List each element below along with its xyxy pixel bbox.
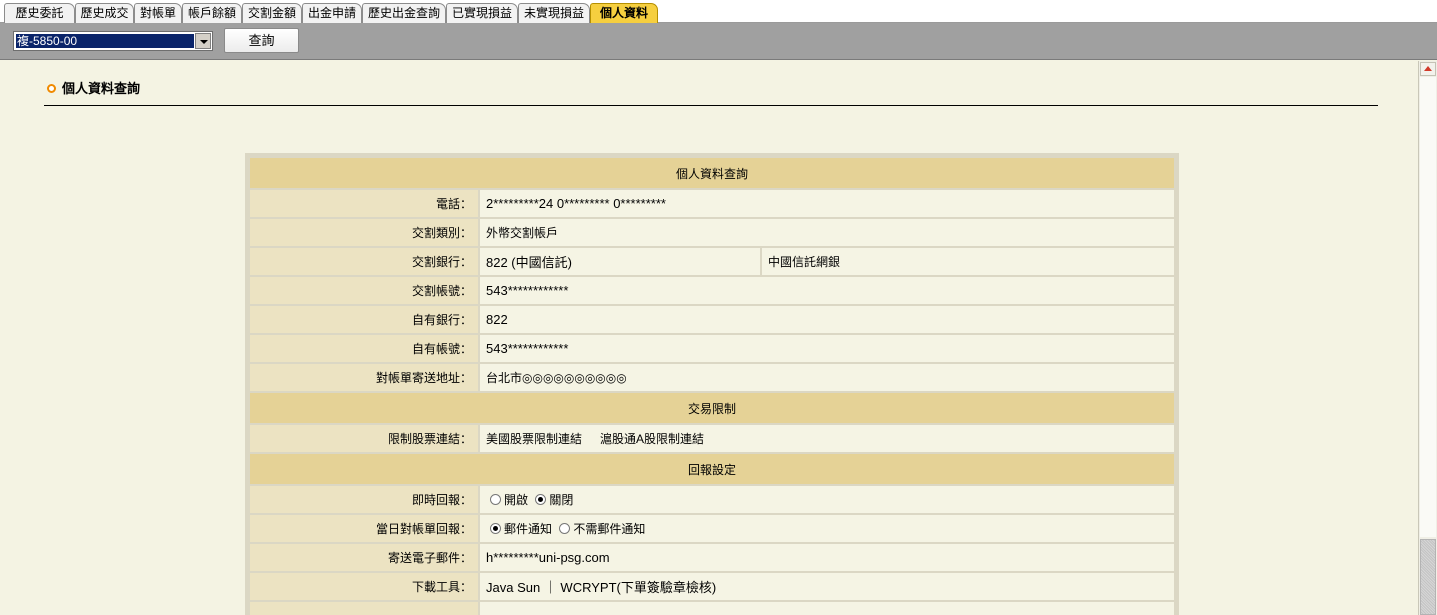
chevron-down-icon[interactable] xyxy=(195,33,211,49)
daily-report-label: 當日對帳單回報： xyxy=(250,515,478,542)
tab-statement[interactable]: 對帳單 xyxy=(134,3,182,23)
own-bank-value: 822 xyxy=(480,306,1174,333)
realtime-off-radio[interactable] xyxy=(535,494,547,506)
toolbar: 複-5850-00 查詢 xyxy=(0,23,1437,60)
table-row: 自有帳號： 543************ xyxy=(250,335,1174,362)
page-title-text: 個人資料查詢 xyxy=(62,81,141,96)
tab-unrealized-pnl[interactable]: 未實現損益 xyxy=(518,3,590,23)
us-stock-limit-link[interactable]: 美國股票限制連結 xyxy=(486,432,582,446)
scroll-track[interactable] xyxy=(1420,77,1436,537)
address-label: 對帳單寄送地址： xyxy=(250,364,478,391)
address-value: 台北市◎◎◎◎◎◎◎◎◎◎ xyxy=(480,364,1174,391)
a-share-limit-link[interactable]: 滬股通A股限制連結 xyxy=(600,432,704,446)
daily-report-options: 郵件通知 不需郵件通知 xyxy=(480,515,1174,542)
settle-bank-extra: 中國信託網銀 xyxy=(762,248,1174,275)
table-row: 交割銀行： 822 (中國信託) 中國信託網銀 xyxy=(250,248,1174,275)
title-divider xyxy=(44,105,1378,106)
bullet-icon xyxy=(47,84,56,94)
empty-label xyxy=(250,602,478,615)
realtime-options: 開啟 關閉 xyxy=(480,486,1174,513)
realtime-off-label[interactable]: 關閉 xyxy=(549,493,573,507)
settle-type-label: 交割類別： xyxy=(250,219,478,246)
table-row: 交割帳號： 543************ xyxy=(250,277,1174,304)
limit-label: 限制股票連結： xyxy=(250,425,478,452)
empty-value xyxy=(480,602,1174,615)
tab-personal-info[interactable]: 個人資料 xyxy=(590,3,658,23)
own-account-label: 自有帳號： xyxy=(250,335,478,362)
personal-info-table: 個人資料查詢 電話： 2*********24 0********* 0****… xyxy=(245,153,1179,615)
email-label: 寄送電子郵件： xyxy=(250,544,478,571)
table-row xyxy=(250,602,1174,615)
table-header-row: 個人資料查詢 xyxy=(250,158,1174,188)
tab-history-trades[interactable]: 歷史成交 xyxy=(75,3,134,23)
download-label: 下載工具： xyxy=(250,573,478,600)
limit-links: 美國股票限制連結 滬股通A股限制連結 xyxy=(480,425,1174,452)
table-row: 即時回報： 開啟 關閉 xyxy=(250,486,1174,513)
settle-account-value: 543************ xyxy=(480,277,1174,304)
daily-email-label[interactable]: 郵件通知 xyxy=(504,522,552,536)
scroll-up-icon[interactable] xyxy=(1420,62,1436,76)
email-value: h*********uni-psg.com xyxy=(480,544,1174,571)
settle-bank-value: 822 (中國信託) xyxy=(480,248,760,275)
content-area: 個人資料查詢 個人資料查詢 電話： 2*********24 0********… xyxy=(4,61,1418,615)
daily-none-radio[interactable] xyxy=(559,523,571,535)
daily-none-label[interactable]: 不需郵件通知 xyxy=(573,522,645,536)
daily-email-radio[interactable] xyxy=(490,523,501,535)
settle-type-value: 外幣交割帳戶 xyxy=(480,219,1174,246)
query-button[interactable]: 查詢 xyxy=(224,28,299,53)
table-row: 當日對帳單回報： 郵件通知 不需郵件通知 xyxy=(250,515,1174,542)
tab-history-orders[interactable]: 歷史委託 xyxy=(4,3,75,23)
table-row: 對帳單寄送地址： 台北市◎◎◎◎◎◎◎◎◎◎ xyxy=(250,364,1174,391)
table-title: 個人資料查詢 xyxy=(250,158,1174,188)
phone-label: 電話： xyxy=(250,190,478,217)
realtime-on-radio[interactable] xyxy=(490,494,501,506)
tab-settlement-amount[interactable]: 交割金額 xyxy=(242,3,302,23)
tab-bar: 歷史委託 歷史成交 對帳單 帳戶餘額 交割金額 出金申請 歷史出金查詢 已實現損… xyxy=(0,0,1437,23)
download-tools[interactable]: Java Sun ｜ WCRYPT(下單簽驗章檢核) xyxy=(480,573,1174,600)
tab-account-balance[interactable]: 帳戶餘額 xyxy=(182,3,242,23)
table-header-row: 交易限制 xyxy=(250,393,1174,423)
table-row: 限制股票連結： 美國股票限制連結 滬股通A股限制連結 xyxy=(250,425,1174,452)
report-settings-title: 回報設定 xyxy=(250,454,1174,484)
trade-limit-title: 交易限制 xyxy=(250,393,1174,423)
realtime-label: 即時回報： xyxy=(250,486,478,513)
page-title: 個人資料查詢 xyxy=(47,81,140,97)
settle-account-label: 交割帳號： xyxy=(250,277,478,304)
tab-realized-pnl[interactable]: 已實現損益 xyxy=(446,3,518,23)
account-select-value: 複-5850-00 xyxy=(16,34,194,48)
realtime-on-label[interactable]: 開啟 xyxy=(504,493,528,507)
own-bank-label: 自有銀行： xyxy=(250,306,478,333)
table-row: 自有銀行： 822 xyxy=(250,306,1174,333)
tab-withdrawal-request[interactable]: 出金申請 xyxy=(302,3,362,23)
table-row: 交割類別： 外幣交割帳戶 xyxy=(250,219,1174,246)
table-row: 電話： 2*********24 0********* 0********* xyxy=(250,190,1174,217)
table-row: 寄送電子郵件： h*********uni-psg.com xyxy=(250,544,1174,571)
tab-withdrawal-history[interactable]: 歷史出金查詢 xyxy=(362,3,446,23)
table-header-row: 回報設定 xyxy=(250,454,1174,484)
vertical-scrollbar[interactable] xyxy=(1418,61,1437,615)
own-account-value: 543************ xyxy=(480,335,1174,362)
phone-value: 2*********24 0********* 0********* xyxy=(480,190,1174,217)
table-row: 下載工具： Java Sun ｜ WCRYPT(下單簽驗章檢核) xyxy=(250,573,1174,600)
scroll-thumb[interactable] xyxy=(1420,539,1436,615)
account-select[interactable]: 複-5850-00 xyxy=(13,31,213,51)
settle-bank-label: 交割銀行： xyxy=(250,248,478,275)
